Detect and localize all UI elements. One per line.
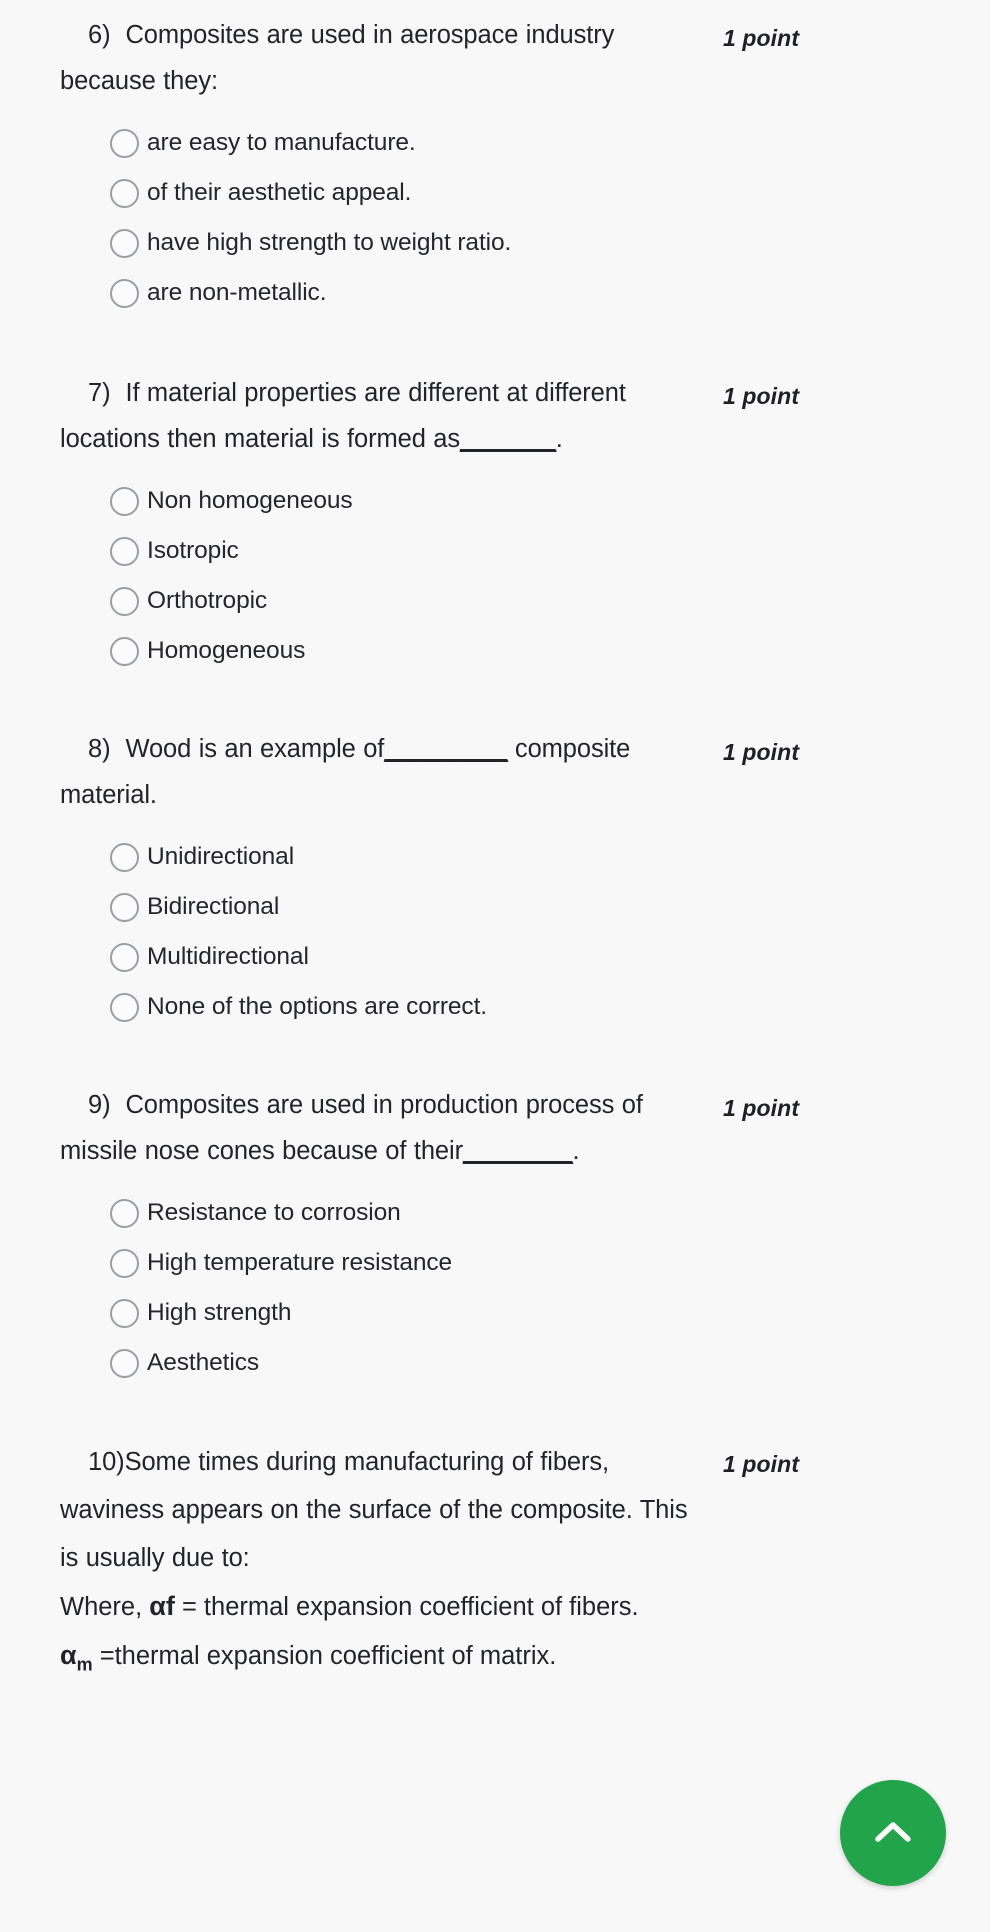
- fill-in-blank: ________: [462, 1137, 573, 1165]
- note-suffix: =thermal expansion coefficient of matrix…: [92, 1642, 557, 1670]
- radio-button-icon[interactable]: [110, 1248, 139, 1278]
- option-row[interactable]: Orthotropic: [110, 576, 990, 626]
- option-row[interactable]: Homogeneous: [110, 626, 990, 676]
- question-body: Wood is an example of: [125, 735, 385, 763]
- options-group-9: Resistance to corrosion High temperature…: [0, 1188, 990, 1388]
- quiz-form: 6) Composites are used in aerospace indu…: [0, 12, 990, 1688]
- option-row[interactable]: are easy to manufacture.: [110, 118, 990, 168]
- question-body-tail: .: [555, 425, 563, 453]
- radio-button-icon[interactable]: [110, 1348, 139, 1378]
- radio-button-icon[interactable]: [110, 278, 139, 308]
- option-row[interactable]: Isotropic: [110, 526, 990, 576]
- alpha-subscript: m: [76, 1654, 93, 1675]
- question-text: 7) If material properties are different …: [0, 370, 700, 462]
- option-label: are non-metallic.: [147, 279, 327, 306]
- option-label: Non homogeneous: [147, 487, 353, 514]
- radio-button-icon[interactable]: [110, 178, 139, 208]
- option-label: of their aesthetic appeal.: [147, 179, 412, 206]
- scroll-to-top-button[interactable]: [840, 1780, 946, 1886]
- question-body-tail: .: [572, 1137, 580, 1165]
- question-header: 10)Some times during manufacturing of fi…: [0, 1438, 990, 1582]
- option-label: None of the options are correct.: [147, 993, 487, 1020]
- question-points: 1 point: [723, 1451, 800, 1477]
- fill-in-blank: _______: [460, 425, 556, 453]
- radio-button-icon[interactable]: [110, 536, 139, 566]
- question-number: 8): [88, 735, 111, 763]
- question-body: Some times during manufacturing of fiber…: [60, 1448, 688, 1572]
- question-body: Composites are used in aerospace industr…: [60, 21, 615, 95]
- fill-in-blank: _________: [384, 735, 508, 763]
- question-note: Where, αf = thermal expansion coefficien…: [0, 1582, 990, 1688]
- option-label: Isotropic: [147, 537, 239, 564]
- option-label: have high strength to weight ratio.: [147, 229, 512, 256]
- option-label: are easy to manufacture.: [147, 129, 416, 156]
- option-row[interactable]: Non homogeneous: [110, 476, 990, 526]
- radio-button-icon[interactable]: [110, 1198, 139, 1228]
- radio-button-icon[interactable]: [110, 128, 139, 158]
- question-header: 6) Composites are used in aerospace indu…: [0, 12, 990, 104]
- note-line-alpha-m: αm =thermal expansion coefficient of mat…: [60, 1631, 990, 1688]
- question-number: 6): [88, 21, 111, 49]
- note-prefix: Where,: [60, 1593, 150, 1621]
- option-label: Orthotropic: [147, 587, 268, 614]
- option-row[interactable]: None of the options are correct.: [110, 982, 990, 1032]
- question-block-9: 9) Composites are used in production pro…: [0, 1082, 990, 1388]
- question-points: 1 point: [723, 383, 800, 409]
- question-number: 10): [88, 1448, 125, 1476]
- radio-button-icon[interactable]: [110, 228, 139, 258]
- question-block-8: 8) Wood is an example of_________ compos…: [0, 726, 990, 1032]
- option-label: High strength: [147, 1299, 292, 1326]
- question-text: 10)Some times during manufacturing of fi…: [0, 1438, 700, 1582]
- alpha-m-symbol: αm: [60, 1640, 93, 1674]
- options-group-7: Non homogeneous Isotropic Orthotropic Ho…: [0, 476, 990, 676]
- radio-button-icon[interactable]: [110, 486, 139, 516]
- question-points: 1 point: [723, 739, 800, 765]
- question-text: 6) Composites are used in aerospace indu…: [0, 12, 700, 104]
- radio-button-icon[interactable]: [110, 892, 139, 922]
- question-points: 1 point: [723, 1095, 800, 1121]
- option-label: High temperature resistance: [147, 1249, 453, 1276]
- question-block-7: 7) If material properties are different …: [0, 370, 990, 676]
- option-label: Resistance to corrosion: [147, 1199, 401, 1226]
- option-row[interactable]: of their aesthetic appeal.: [110, 168, 990, 218]
- question-block-10: 10)Some times during manufacturing of fi…: [0, 1438, 990, 1688]
- question-points: 1 point: [723, 25, 800, 51]
- option-label: Homogeneous: [147, 637, 306, 664]
- radio-button-icon[interactable]: [110, 842, 139, 872]
- option-label: Multidirectional: [147, 943, 309, 970]
- alpha-glyph: α: [60, 1640, 77, 1670]
- options-group-8: Unidirectional Bidirectional Multidirect…: [0, 832, 990, 1032]
- option-row[interactable]: High strength: [110, 1288, 990, 1338]
- note-line-alpha-f: Where, αf = thermal expansion coefficien…: [60, 1582, 990, 1631]
- option-row[interactable]: Multidirectional: [110, 932, 990, 982]
- option-label: Aesthetics: [147, 1349, 260, 1376]
- option-row[interactable]: High temperature resistance: [110, 1238, 990, 1288]
- question-number: 7): [88, 379, 111, 407]
- radio-button-icon[interactable]: [110, 1298, 139, 1328]
- question-text: 9) Composites are used in production pro…: [0, 1082, 700, 1174]
- question-text: 8) Wood is an example of_________ compos…: [0, 726, 700, 818]
- question-number: 9): [88, 1091, 111, 1119]
- question-header: 8) Wood is an example of_________ compos…: [0, 726, 990, 818]
- note-suffix: = thermal expansion coefficient of fiber…: [174, 1593, 639, 1621]
- option-row[interactable]: have high strength to weight ratio.: [110, 218, 990, 268]
- option-row[interactable]: are non-metallic.: [110, 268, 990, 318]
- radio-button-icon[interactable]: [110, 586, 139, 616]
- option-label: Unidirectional: [147, 843, 295, 870]
- option-row[interactable]: Aesthetics: [110, 1338, 990, 1388]
- option-label: Bidirectional: [147, 893, 280, 920]
- chevron-up-icon: [865, 1805, 921, 1861]
- question-block-6: 6) Composites are used in aerospace indu…: [0, 12, 990, 318]
- alpha-f-symbol: αf: [149, 1591, 175, 1621]
- option-row[interactable]: Bidirectional: [110, 882, 990, 932]
- question-header: 7) If material properties are different …: [0, 370, 990, 462]
- option-row[interactable]: Resistance to corrosion: [110, 1188, 990, 1238]
- radio-button-icon[interactable]: [110, 942, 139, 972]
- option-row[interactable]: Unidirectional: [110, 832, 990, 882]
- question-header: 9) Composites are used in production pro…: [0, 1082, 990, 1174]
- options-group-6: are easy to manufacture. of their aesthe…: [0, 118, 990, 318]
- radio-button-icon[interactable]: [110, 992, 139, 1022]
- radio-button-icon[interactable]: [110, 636, 139, 666]
